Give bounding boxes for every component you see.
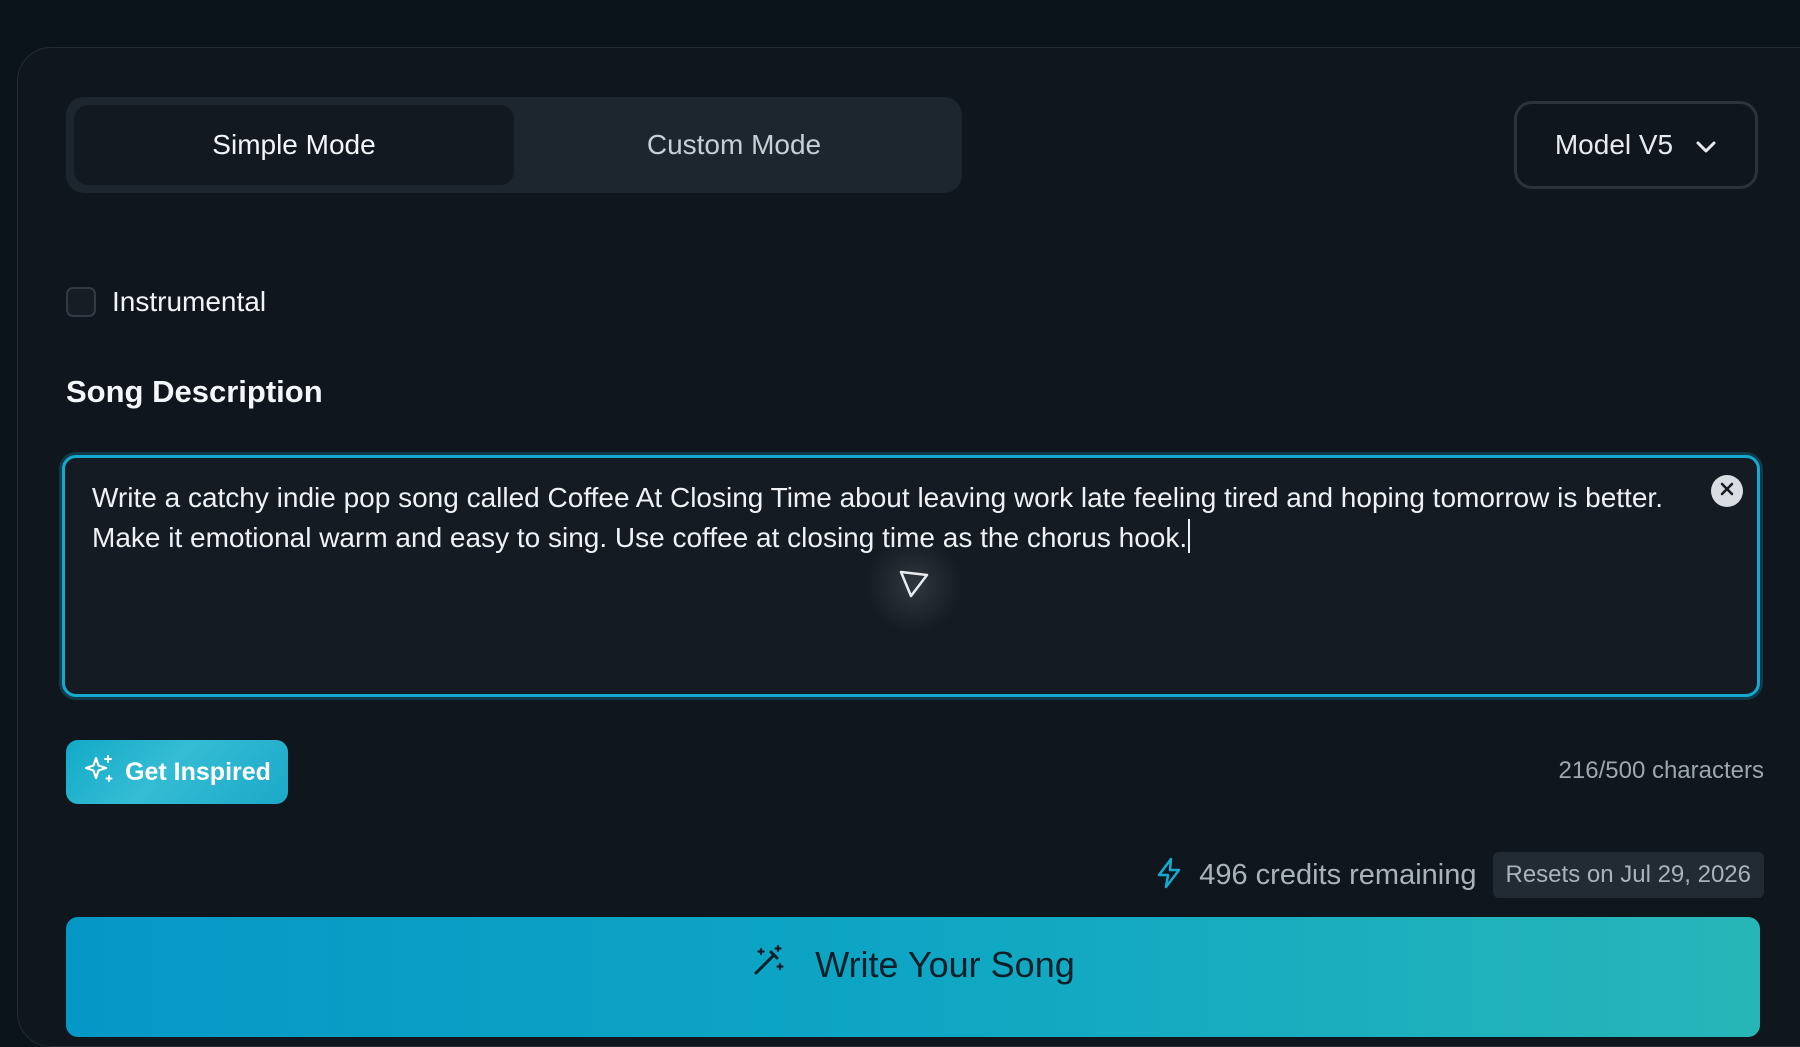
magic-wand-icon bbox=[751, 944, 785, 987]
sparkles-icon bbox=[83, 753, 115, 792]
credits-remaining: 496 credits remaining bbox=[1199, 858, 1477, 891]
song-description-text: Write a catchy indie pop song called Cof… bbox=[92, 482, 1663, 553]
character-count: 216/500 characters bbox=[1558, 757, 1764, 784]
close-icon bbox=[1719, 481, 1735, 502]
instrumental-checkbox[interactable] bbox=[66, 287, 96, 317]
lightning-icon bbox=[1155, 857, 1183, 894]
tab-custom-mode[interactable]: Custom Mode bbox=[514, 105, 954, 185]
instrumental-label: Instrumental bbox=[112, 286, 267, 317]
write-your-song-label: Write Your Song bbox=[815, 944, 1075, 985]
credits-row: 496 credits remaining Resets on Jul 29, … bbox=[1155, 852, 1764, 898]
model-select[interactable]: Model V5 bbox=[1514, 101, 1758, 189]
mode-toggle: Simple Mode Custom Mode bbox=[66, 97, 962, 193]
model-select-label: Model V5 bbox=[1554, 129, 1674, 160]
get-inspired-button[interactable]: Get Inspired bbox=[66, 740, 288, 804]
instrumental-row: Instrumental bbox=[66, 286, 266, 318]
mouse-cursor-icon bbox=[898, 568, 930, 605]
write-your-song-button[interactable]: Write Your Song bbox=[66, 917, 1760, 1037]
get-inspired-label: Get Inspired bbox=[125, 757, 271, 786]
clear-text-button[interactable] bbox=[1711, 475, 1743, 507]
chevron-down-icon bbox=[1695, 129, 1717, 161]
text-caret bbox=[1188, 519, 1191, 553]
song-description-title: Song Description bbox=[66, 374, 323, 409]
reset-date-badge: Resets on Jul 29, 2026 bbox=[1492, 852, 1764, 898]
tab-simple-mode[interactable]: Simple Mode bbox=[74, 105, 514, 185]
